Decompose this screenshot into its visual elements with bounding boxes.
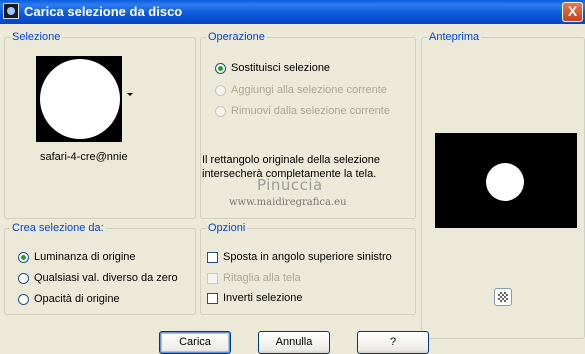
checkbox[interactable] [207, 251, 218, 263]
radio-label: Sostituisci selezione [231, 62, 331, 74]
operation-legend: Operazione [206, 31, 267, 43]
checkbox-label: Ritaglia alla tela [223, 272, 301, 284]
radio-button[interactable] [18, 251, 29, 263]
checkbox-crop-to-canvas: Ritaglia alla tela [207, 271, 301, 285]
radio-add-selection: Aggiungi alla selezione corrente [215, 83, 387, 97]
selection-legend: Selezione [10, 31, 63, 43]
help-button[interactable]: ? [357, 331, 429, 354]
window-title: Carica selezione da disco [24, 4, 183, 19]
radio-label: Rimuovi dalla selezione corrente [231, 105, 390, 117]
close-button[interactable]: X [562, 2, 583, 22]
checkbox-invert-selection[interactable]: Inverti selezione [207, 291, 303, 305]
info-line-1: Il rettangolo originale della selezione [202, 154, 380, 166]
checkbox [207, 272, 218, 284]
radio-source-luminance[interactable]: Luminanza di origine [18, 250, 136, 264]
zoom-toggle-icon[interactable] [494, 288, 512, 306]
radio-button[interactable] [18, 272, 29, 284]
radio-button [215, 105, 226, 117]
cancel-button[interactable]: Annulla [258, 331, 330, 354]
radio-label: Aggiungi alla selezione corrente [231, 84, 387, 96]
selection-circle-shape [40, 59, 120, 139]
preview-legend: Anteprima [427, 31, 482, 43]
watermark-url: www.maidiregrafica.eu [229, 197, 347, 208]
checkbox-label: Sposta in angolo superiore sinistro [223, 251, 392, 263]
options-legend: Opzioni [206, 222, 248, 234]
radio-button [215, 84, 226, 96]
radio-button[interactable] [18, 293, 29, 305]
checkbox-move-top-left[interactable]: Sposta in angolo superiore sinistro [207, 250, 392, 264]
radio-any-nonzero[interactable]: Qualsiasi val. diverso da zero [18, 271, 178, 285]
title-bar: Carica selezione da disco X [0, 0, 585, 24]
selection-dropdown-arrow-icon[interactable] [127, 93, 133, 96]
radio-label: Luminanza di origine [34, 251, 136, 263]
create-from-legend: Crea selezione da: [10, 222, 106, 234]
preview-circle-shape [486, 163, 524, 201]
checkbox-label: Inverti selezione [223, 292, 303, 304]
radio-remove-selection: Rimuovi dalla selezione corrente [215, 104, 390, 118]
selection-name: safari-4-cre@nnie [40, 151, 128, 163]
radio-source-opacity[interactable]: Opacità di origine [18, 292, 120, 306]
radio-label: Qualsiasi val. diverso da zero [34, 272, 178, 284]
preview-canvas [435, 133, 577, 228]
checkbox[interactable] [207, 292, 218, 304]
radio-label: Opacità di origine [34, 293, 120, 305]
app-icon [3, 3, 19, 19]
watermark-name: Pinuccia [257, 176, 323, 194]
radio-button[interactable] [215, 62, 226, 74]
selection-thumbnail[interactable] [36, 56, 122, 142]
load-button[interactable]: Carica [159, 331, 231, 354]
radio-replace-selection[interactable]: Sostituisci selezione [215, 61, 330, 75]
